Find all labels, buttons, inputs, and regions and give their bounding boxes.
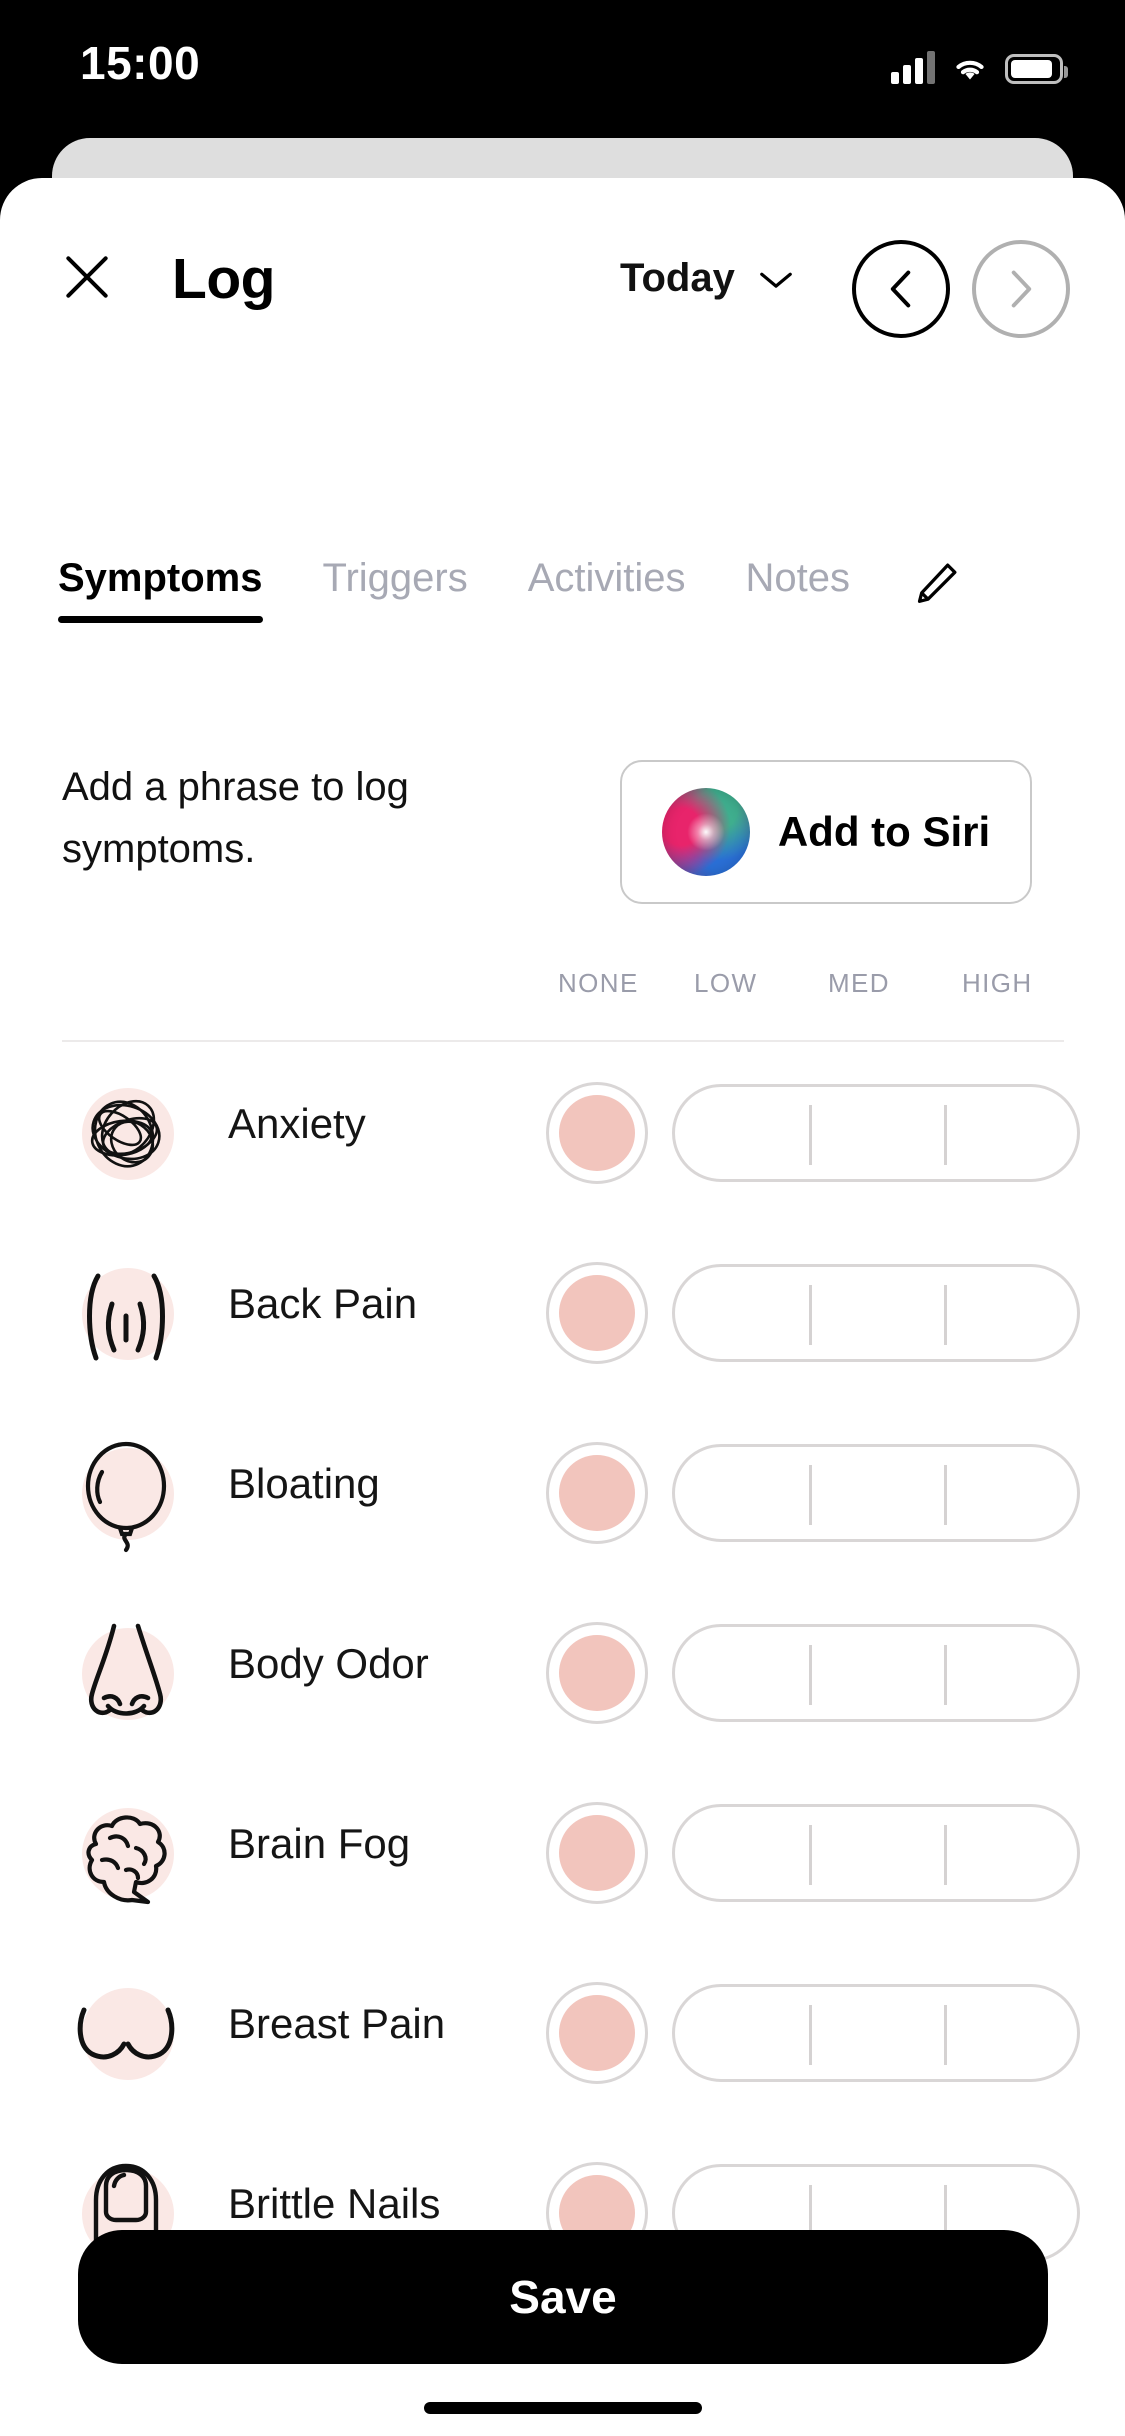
symptom-name: Brittle Nails bbox=[228, 2180, 441, 2227]
tab-bar: Symptoms Triggers Activities Notes bbox=[0, 556, 1125, 666]
phone-screen: 15:00 Log Today Symptoms Triggers Activi… bbox=[0, 0, 1125, 2436]
breasts-icon bbox=[62, 1970, 190, 2098]
table-row: Back Pain bbox=[0, 1224, 1125, 1404]
severity-none-button[interactable] bbox=[546, 1802, 648, 1904]
siri-section: Add a phrase to log symptoms. Add to Sir… bbox=[0, 750, 1125, 920]
chevron-right-icon bbox=[1011, 270, 1032, 308]
table-row: Body Odor bbox=[0, 1584, 1125, 1764]
severity-none-button[interactable] bbox=[546, 1262, 648, 1364]
date-selector[interactable]: Today bbox=[620, 256, 795, 301]
add-to-siri-button[interactable]: Add to Siri bbox=[620, 760, 1032, 904]
balloon-icon bbox=[62, 1430, 190, 1558]
close-icon bbox=[66, 256, 108, 298]
siri-prompt-text: Add a phrase to log symptoms. bbox=[62, 765, 409, 871]
pencil-edit-icon bbox=[917, 563, 957, 603]
severity-track[interactable] bbox=[672, 1624, 1080, 1722]
sheet-header: Log Today bbox=[0, 218, 1125, 348]
page-title: Log bbox=[172, 247, 275, 311]
brain-icon bbox=[62, 1790, 190, 1918]
severity-label-med: MED bbox=[828, 968, 890, 998]
table-row: Bloating bbox=[0, 1404, 1125, 1584]
siri-orb-icon bbox=[661, 788, 750, 876]
symptom-name: Back Pain bbox=[228, 1280, 418, 1327]
table-row: Brain Fog bbox=[0, 1764, 1125, 1944]
severity-track[interactable] bbox=[672, 1264, 1080, 1362]
scribble-icon bbox=[62, 1070, 190, 1198]
chevron-down-icon bbox=[759, 272, 792, 288]
close-button[interactable] bbox=[54, 244, 120, 310]
status-indicators bbox=[891, 50, 1068, 84]
next-day-button[interactable] bbox=[972, 240, 1070, 338]
symptom-name: Brain Fog bbox=[228, 1820, 411, 1867]
nose-icon bbox=[62, 1610, 190, 1738]
table-row: Anxiety bbox=[0, 1044, 1125, 1224]
cellular-signal-icon bbox=[891, 50, 935, 84]
symptom-name: Body Odor bbox=[228, 1640, 429, 1687]
severity-track[interactable] bbox=[672, 1444, 1080, 1542]
symptom-name: Bloating bbox=[228, 1460, 380, 1507]
wifi-icon bbox=[956, 60, 984, 80]
severity-none-button[interactable] bbox=[546, 1622, 648, 1724]
chevron-left-icon bbox=[890, 270, 911, 308]
severity-label-low: LOW bbox=[694, 968, 758, 998]
symptom-list: Anxiety Back Pain Bloating Body Odor Bra… bbox=[0, 1044, 1125, 2304]
severity-none-button[interactable] bbox=[546, 1082, 648, 1184]
severity-track[interactable] bbox=[672, 1804, 1080, 1902]
edit-button[interactable] bbox=[910, 558, 962, 615]
severity-header: NONE LOW MED HIGH bbox=[0, 968, 1125, 1028]
tab-triggers[interactable]: Triggers bbox=[323, 556, 468, 623]
tab-notes[interactable]: Notes bbox=[746, 556, 851, 623]
battery-icon bbox=[1005, 54, 1068, 84]
status-time: 15:00 bbox=[80, 37, 201, 89]
log-sheet: Log Today Symptoms Triggers Activities N… bbox=[0, 178, 1125, 2436]
severity-none-button[interactable] bbox=[546, 1442, 648, 1544]
header-divider bbox=[62, 1040, 1064, 1042]
add-to-siri-label: Add to Siri bbox=[777, 808, 991, 855]
date-label: Today bbox=[620, 256, 735, 300]
severity-label-high: HIGH bbox=[962, 968, 1033, 998]
symptom-name: Anxiety bbox=[228, 1100, 366, 1147]
tab-symptoms[interactable]: Symptoms bbox=[58, 556, 263, 623]
previous-day-button[interactable] bbox=[852, 240, 950, 338]
severity-track[interactable] bbox=[672, 1984, 1080, 2082]
severity-label-none: NONE bbox=[558, 968, 639, 998]
save-button[interactable]: Save bbox=[78, 2230, 1048, 2364]
symptom-name: Breast Pain bbox=[228, 2000, 446, 2047]
status-bar: 15:00 bbox=[0, 0, 1125, 132]
severity-none-button[interactable] bbox=[546, 1982, 648, 2084]
home-indicator bbox=[423, 2402, 702, 2414]
tab-activities[interactable]: Activities bbox=[528, 556, 686, 623]
severity-track[interactable] bbox=[672, 1084, 1080, 1182]
back-torso-icon bbox=[62, 1250, 190, 1378]
table-row: Breast Pain bbox=[0, 1944, 1125, 2124]
